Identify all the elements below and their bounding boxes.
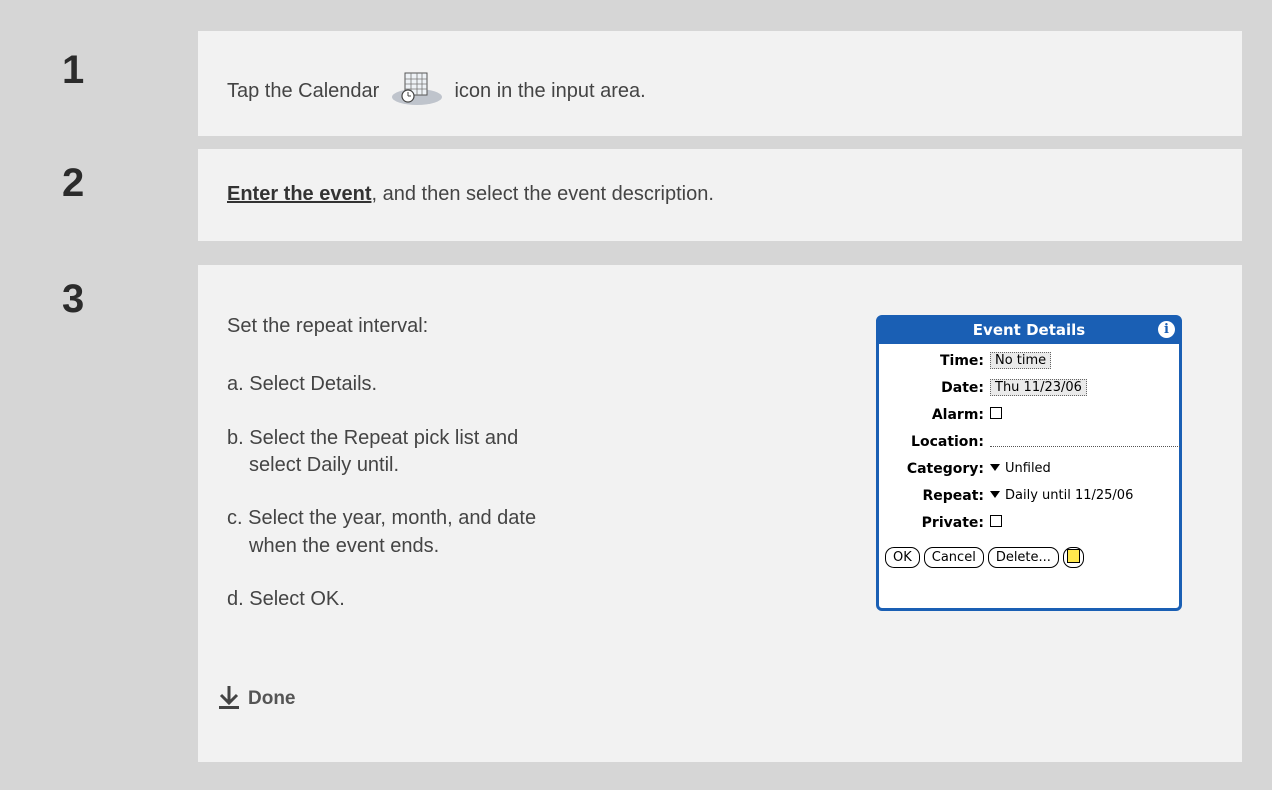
dialog-buttons: OK Cancel Delete... [885, 546, 1088, 568]
time-selector[interactable]: No time [990, 352, 1052, 369]
dropdown-arrow-icon [990, 491, 1000, 498]
note-button[interactable] [1062, 547, 1084, 568]
category-label: Category: [906, 461, 984, 477]
delete-button[interactable]: Delete... [987, 547, 1059, 568]
step-content: Tap the Calendar icon in the input area. [198, 31, 1242, 136]
step-text-after: , and then select the event description. [371, 183, 714, 205]
alarm-checkbox[interactable] [990, 407, 1002, 419]
substep-c: c. Select the year, month, and date [227, 507, 537, 529]
done-label: Done [248, 688, 296, 709]
location-field[interactable] [990, 446, 1180, 447]
category-picker[interactable]: Unfiled [990, 457, 1051, 481]
step-number: 2 [38, 149, 197, 241]
repeat-picker[interactable]: Daily until 11/25/06 [990, 484, 1133, 508]
step-text: Enter the event, and then select the eve… [227, 183, 714, 206]
calendar-icon [391, 71, 443, 105]
cancel-button[interactable]: Cancel [923, 547, 984, 568]
private-checkbox[interactable] [990, 515, 1002, 527]
private-label: Private: [921, 515, 984, 531]
step-intro: Set the repeat interval: [227, 315, 429, 337]
substep-b: b. Select the Repeat pick list and [227, 427, 519, 449]
note-icon [1066, 549, 1080, 563]
step-number: 3 [38, 265, 197, 762]
time-label: Time: [939, 353, 984, 369]
date-selector[interactable]: Thu 11/23/06 [990, 379, 1087, 396]
substep-b-cont: select Daily until. [249, 454, 400, 476]
done-marker: Done [218, 685, 296, 710]
step-text: Tap the Calendar icon in the input area. [227, 71, 646, 105]
info-icon[interactable]: i [1158, 321, 1175, 338]
category-value: Unfiled [1005, 461, 1051, 476]
repeat-label: Repeat: [922, 488, 984, 504]
enter-event-link[interactable]: Enter the event [227, 183, 371, 205]
step-3: 3 Set the repeat interval: a. Select Det… [38, 265, 1242, 762]
step-content: Set the repeat interval: a. Select Detai… [198, 265, 1242, 762]
substep-d: d. Select OK. [227, 588, 345, 610]
step-text-after: icon in the input area. [454, 80, 646, 102]
dropdown-arrow-icon [990, 464, 1000, 471]
step-number: 1 [38, 31, 197, 136]
step-1: 1 Tap the Calendar icon in the input are… [38, 31, 1242, 136]
down-arrow-icon [219, 686, 239, 709]
alarm-label: Alarm: [931, 407, 984, 423]
ok-button[interactable]: OK [885, 547, 920, 568]
substep-c-cont: when the event ends. [249, 535, 440, 557]
step-2: 2 Enter the event, and then select the e… [38, 149, 1242, 241]
step-content: Enter the event, and then select the eve… [198, 149, 1242, 241]
event-details-dialog: Event Details i Time: No time Date: Thu … [876, 315, 1182, 611]
step-text-before: Tap the Calendar [227, 80, 380, 102]
repeat-value: Daily until 11/25/06 [1005, 488, 1134, 503]
dialog-title-bar: Event Details i [879, 318, 1179, 344]
date-label: Date: [941, 380, 984, 396]
dialog-title: Event Details [972, 321, 1086, 339]
location-label: Location: [911, 434, 984, 450]
substep-a: a. Select Details. [227, 373, 378, 395]
